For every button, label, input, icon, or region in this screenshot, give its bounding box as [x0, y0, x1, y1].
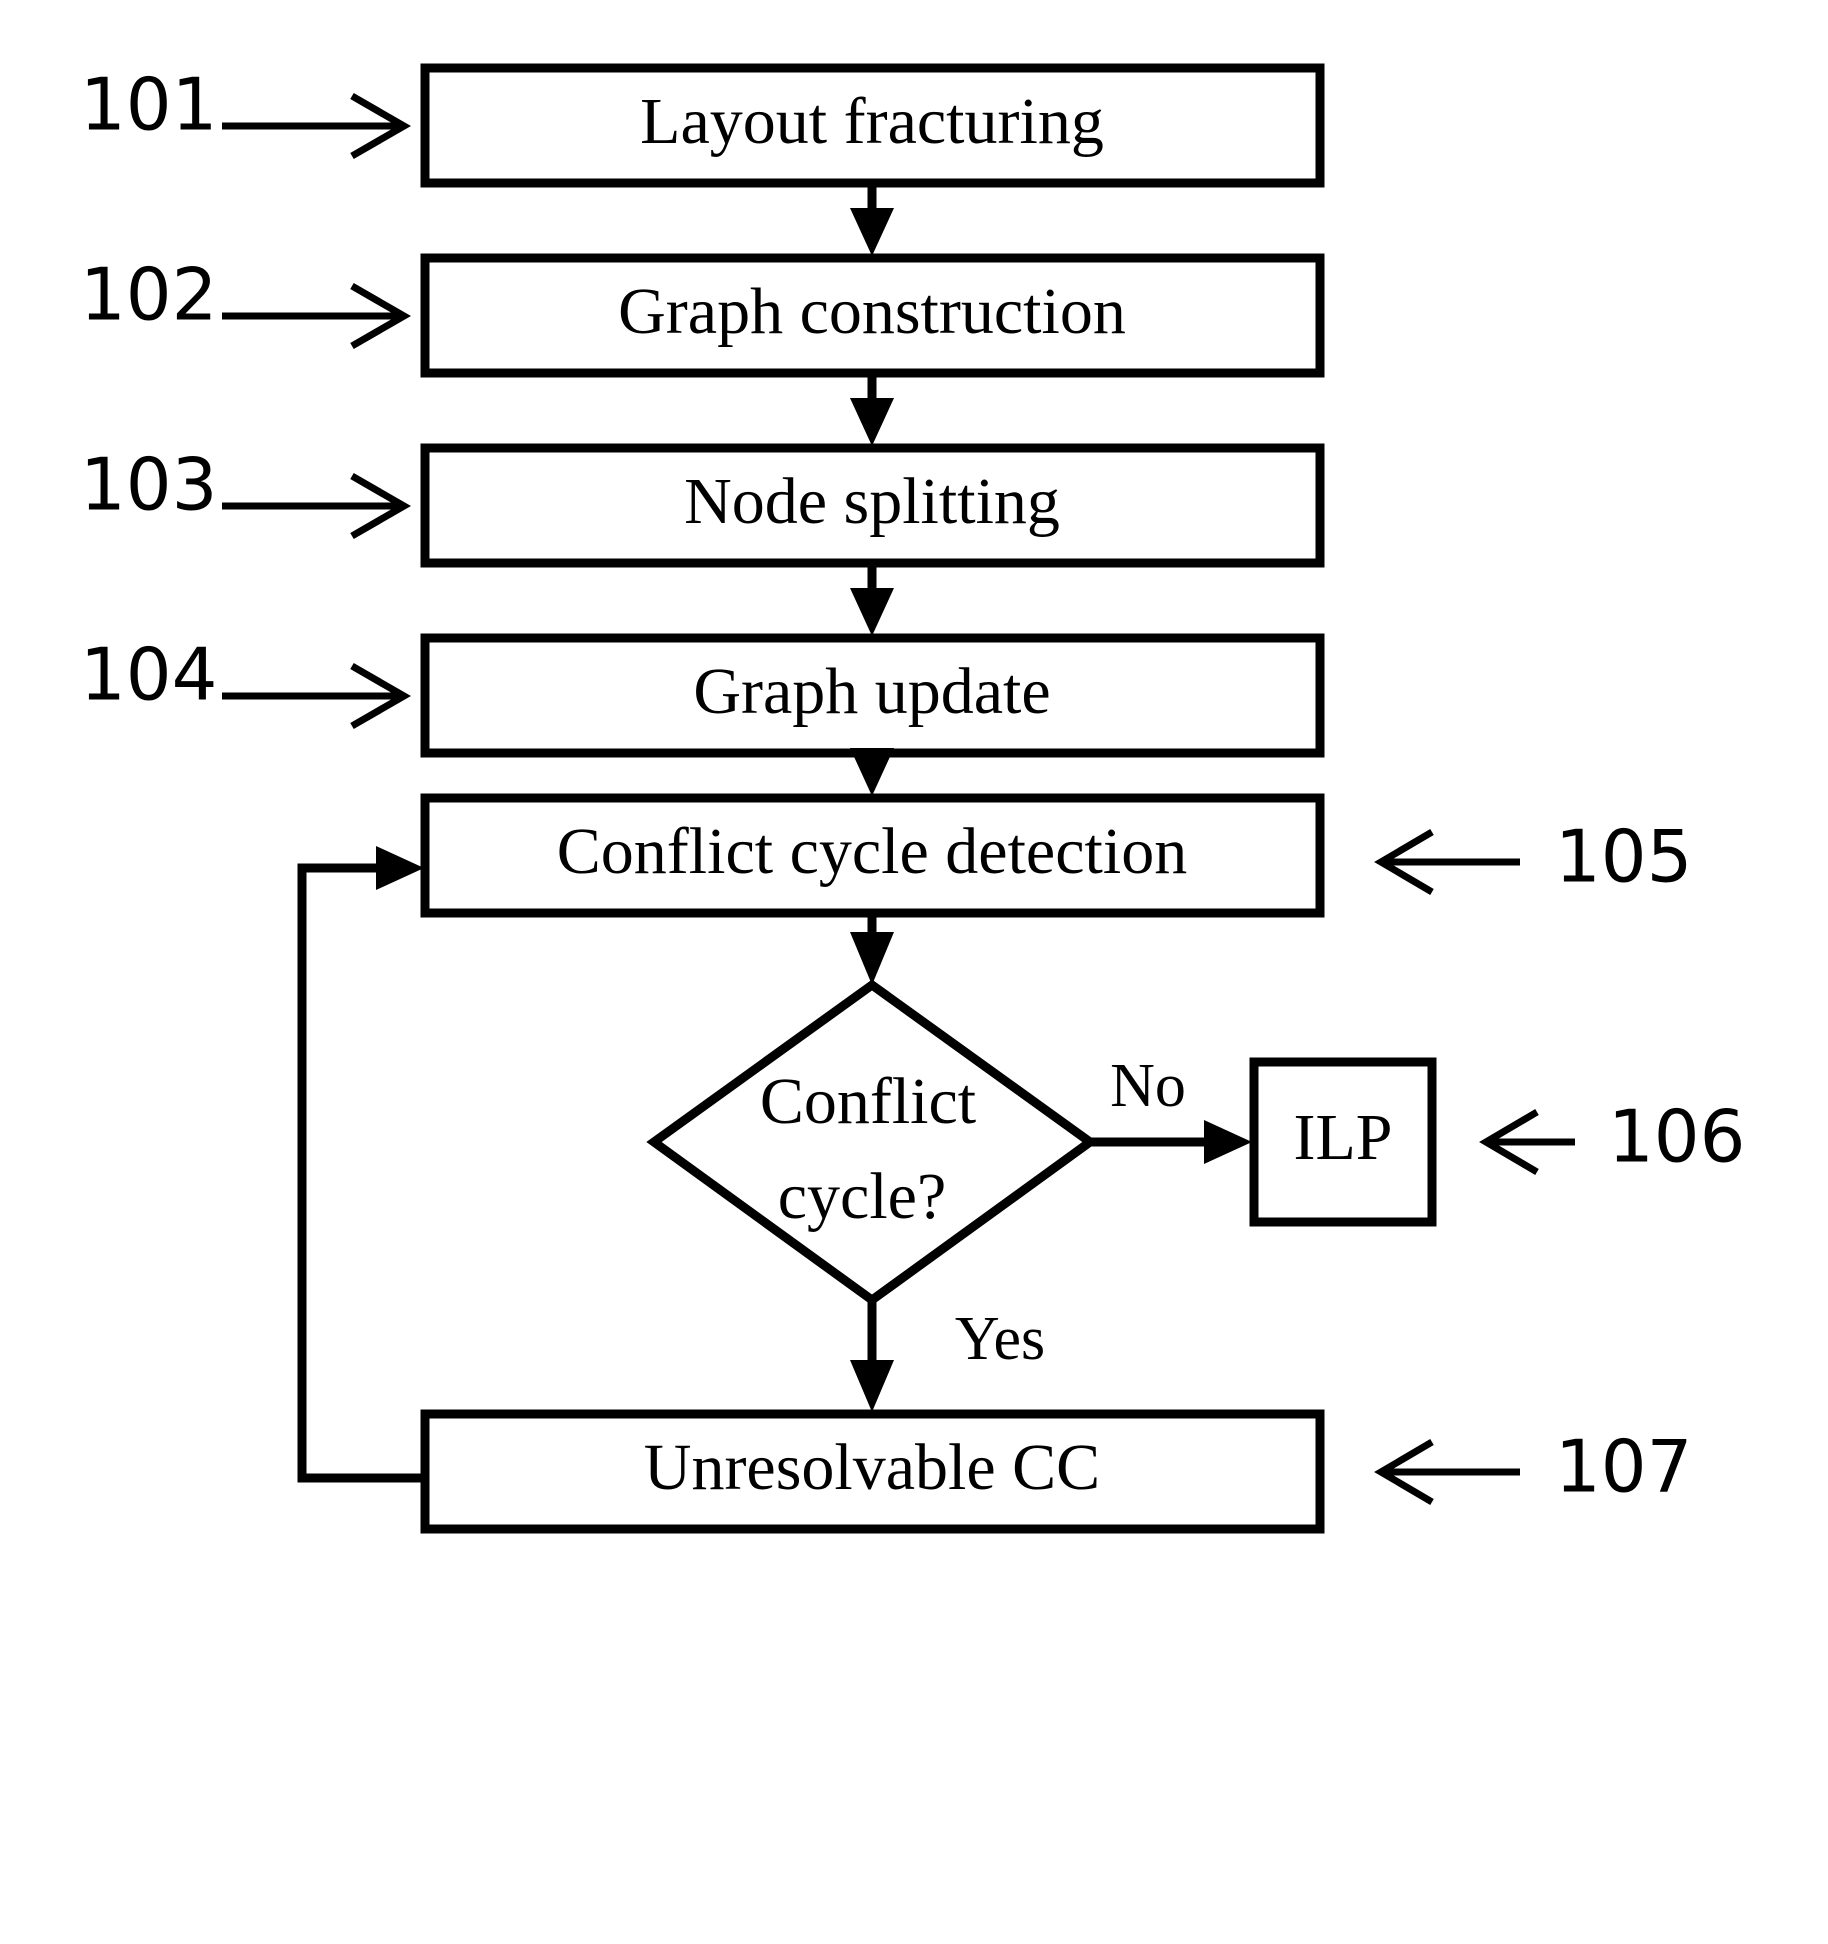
- flowchart-canvas: Layout fracturing 101 Graph construction…: [80, 63, 1745, 1534]
- edge-101-to-102: [850, 183, 894, 256]
- edge-decision-yes-to-unresolvable: [850, 1300, 894, 1412]
- ref-arrow-105: [1374, 828, 1520, 896]
- node-graph-construction[interactable]: Graph construction: [420, 253, 1325, 378]
- box-107-label: Unresolvable CC: [644, 1431, 1100, 1504]
- decision-label-line1: Conflict: [760, 1065, 976, 1138]
- ref-arrow-102: [222, 282, 412, 350]
- edge-decision-no-to-ilp: [1090, 1120, 1252, 1164]
- reference-numeral-103: 103: [80, 443, 217, 527]
- ref-arrow-103: [222, 472, 412, 540]
- ref-arrow-104: [222, 662, 412, 730]
- node-node-splitting[interactable]: Node splitting: [420, 443, 1325, 568]
- edge-105-to-decision: [850, 913, 894, 985]
- node-conflict-cycle-detection[interactable]: Conflict cycle detection: [420, 793, 1325, 918]
- reference-numeral-105: 105: [1555, 815, 1692, 899]
- decision-label-line2: cycle?: [778, 1160, 947, 1233]
- ref-arrow-106: [1479, 1108, 1575, 1176]
- edge-feedback-107-to-105: [297, 846, 425, 1483]
- reference-numeral-102: 102: [80, 253, 217, 337]
- edge-103-to-104: [850, 563, 894, 636]
- node-unresolvable-cc[interactable]: Unresolvable CC: [420, 1409, 1325, 1534]
- node-graph-update[interactable]: Graph update: [420, 633, 1325, 758]
- edge-104-to-105: [850, 748, 894, 796]
- box-102-label: Graph construction: [618, 275, 1126, 348]
- ref-arrow-107: [1374, 1438, 1520, 1506]
- branch-label-no: No: [1110, 1052, 1186, 1120]
- edge-102-to-103: [850, 373, 894, 446]
- box-106-label: ILP: [1294, 1101, 1393, 1174]
- node-ilp[interactable]: ILP: [1249, 1057, 1437, 1227]
- node-decision-conflict-cycle[interactable]: Conflict cycle?: [646, 979, 1098, 1306]
- box-105-label: Conflict cycle detection: [557, 815, 1187, 888]
- node-layout-fracturing[interactable]: Layout fracturing: [420, 63, 1325, 188]
- box-101-label: Layout fracturing: [640, 85, 1104, 158]
- reference-numeral-101: 101: [80, 63, 217, 147]
- reference-numeral-104: 104: [80, 633, 217, 717]
- box-104-label: Graph update: [693, 655, 1050, 728]
- branch-label-yes: Yes: [955, 1305, 1045, 1373]
- reference-numeral-107: 107: [1555, 1425, 1692, 1509]
- box-103-label: Node splitting: [684, 465, 1060, 538]
- ref-arrow-101: [222, 92, 412, 160]
- decision-shape: [646, 979, 1098, 1306]
- reference-numeral-106: 106: [1608, 1095, 1745, 1179]
